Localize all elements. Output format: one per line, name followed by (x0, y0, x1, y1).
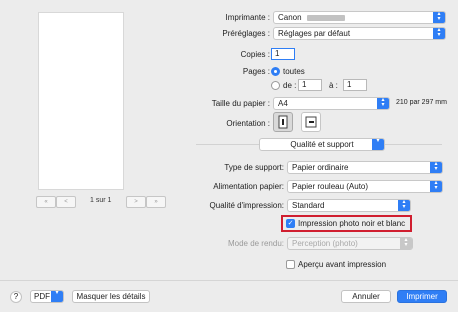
media-type-value: Papier ordinaire (292, 163, 349, 172)
paper-source-label: Alimentation papier: (213, 182, 284, 191)
pages-all-radio[interactable] (271, 67, 280, 76)
printer-model-redacted (306, 14, 345, 21)
paper-dimensions: 210 par 297 mm (396, 99, 447, 106)
chevron-updown-icon: ▴ ▾ (433, 27, 445, 39)
copies-field[interactable]: 1 (271, 48, 295, 60)
render-mode-label: Mode de rendu: (227, 239, 284, 248)
copies-label: Copies : (240, 50, 270, 59)
bw-photo-label: Impression photo noir et blanc (298, 219, 406, 228)
presets-select[interactable]: Réglages par défaut ▴ ▾ (273, 27, 446, 40)
section-select[interactable]: Qualité et support ▾ (259, 138, 385, 151)
cancel-button[interactable]: Annuler (341, 290, 391, 303)
pdf-label: PDF (34, 292, 50, 301)
last-page-button[interactable]: » (146, 196, 166, 208)
paper-source-select[interactable]: Papier rouleau (Auto) ▴ ▾ (287, 180, 443, 193)
hide-details-button[interactable]: Masquer les détails (72, 290, 150, 303)
chevron-updown-icon: ▴ ▾ (377, 97, 389, 109)
chevron-updown-icon: ▴ ▾ (400, 237, 412, 249)
first-page-button[interactable]: « (36, 196, 56, 208)
chevron-updown-icon: ▴ ▾ (398, 199, 410, 211)
media-type-label: Type de support: (224, 163, 284, 172)
printer-select[interactable]: Canon ▴ ▾ (273, 11, 446, 24)
landscape-button[interactable] (301, 112, 321, 132)
section-value: Qualité et support (290, 140, 354, 149)
paper-size-value: A4 (278, 99, 288, 108)
render-mode-value: Perception (photo) (292, 239, 358, 248)
pages-label: Pages : (242, 67, 270, 76)
pages-to-label: à : (329, 81, 338, 90)
chevron-updown-icon: ▴ ▾ (433, 11, 445, 23)
preview-pane: « < 1 sur 1 > » (0, 0, 166, 280)
preview-checkbox-label: Aperçu avant impression (298, 260, 387, 269)
paper-size-select[interactable]: A4 ▴ ▾ (273, 97, 390, 110)
portrait-icon (278, 115, 288, 129)
print-button[interactable]: Imprimer (397, 290, 447, 303)
pages-range-radio[interactable] (271, 81, 280, 90)
paper-size-label: Taille du papier : (211, 99, 270, 108)
portrait-button[interactable] (273, 112, 293, 132)
printer-label: Imprimante : (225, 13, 270, 22)
presets-label: Préréglages : (222, 29, 270, 38)
chevron-updown-icon: ▴ ▾ (430, 161, 442, 173)
footer-divider (0, 280, 458, 281)
orientation-label: Orientation : (226, 119, 270, 128)
pages-all-label: toutes (283, 67, 305, 76)
printer-value: Canon (278, 13, 302, 22)
chevron-down-icon: ▾ (372, 138, 384, 150)
help-button[interactable]: ? (10, 291, 22, 303)
page-preview (38, 12, 124, 190)
pdf-menu-button[interactable]: PDF ▾ (30, 290, 64, 303)
landscape-icon (305, 116, 317, 128)
next-page-button[interactable]: > (126, 196, 146, 208)
bw-photo-checkbox[interactable]: ✓ (286, 219, 295, 228)
quality-select[interactable]: Standard ▴ ▾ (287, 199, 411, 212)
chevron-updown-icon: ▴ ▾ (430, 180, 442, 192)
pages-from-label: de : (283, 81, 297, 90)
page-navigator: « < 1 sur 1 > » (36, 196, 166, 208)
page-indicator: 1 sur 1 (90, 197, 112, 204)
render-mode-select[interactable]: Perception (photo) ▴ ▾ (287, 237, 413, 250)
pages-from-field[interactable]: 1 (298, 79, 322, 91)
quality-value: Standard (292, 201, 325, 210)
paper-source-value: Papier rouleau (Auto) (292, 182, 369, 191)
chevron-down-icon: ▾ (51, 290, 63, 302)
prev-page-button[interactable]: < (56, 196, 76, 208)
print-dialog: { "preview": { "page_indicator": "1 sur … (0, 0, 458, 312)
preview-checkbox[interactable] (286, 260, 295, 269)
quality-label: Qualité d'impression: (209, 201, 284, 210)
pages-to-field[interactable]: 1 (343, 79, 367, 91)
presets-value: Réglages par défaut (278, 29, 351, 38)
media-type-select[interactable]: Papier ordinaire ▴ ▾ (287, 161, 443, 174)
